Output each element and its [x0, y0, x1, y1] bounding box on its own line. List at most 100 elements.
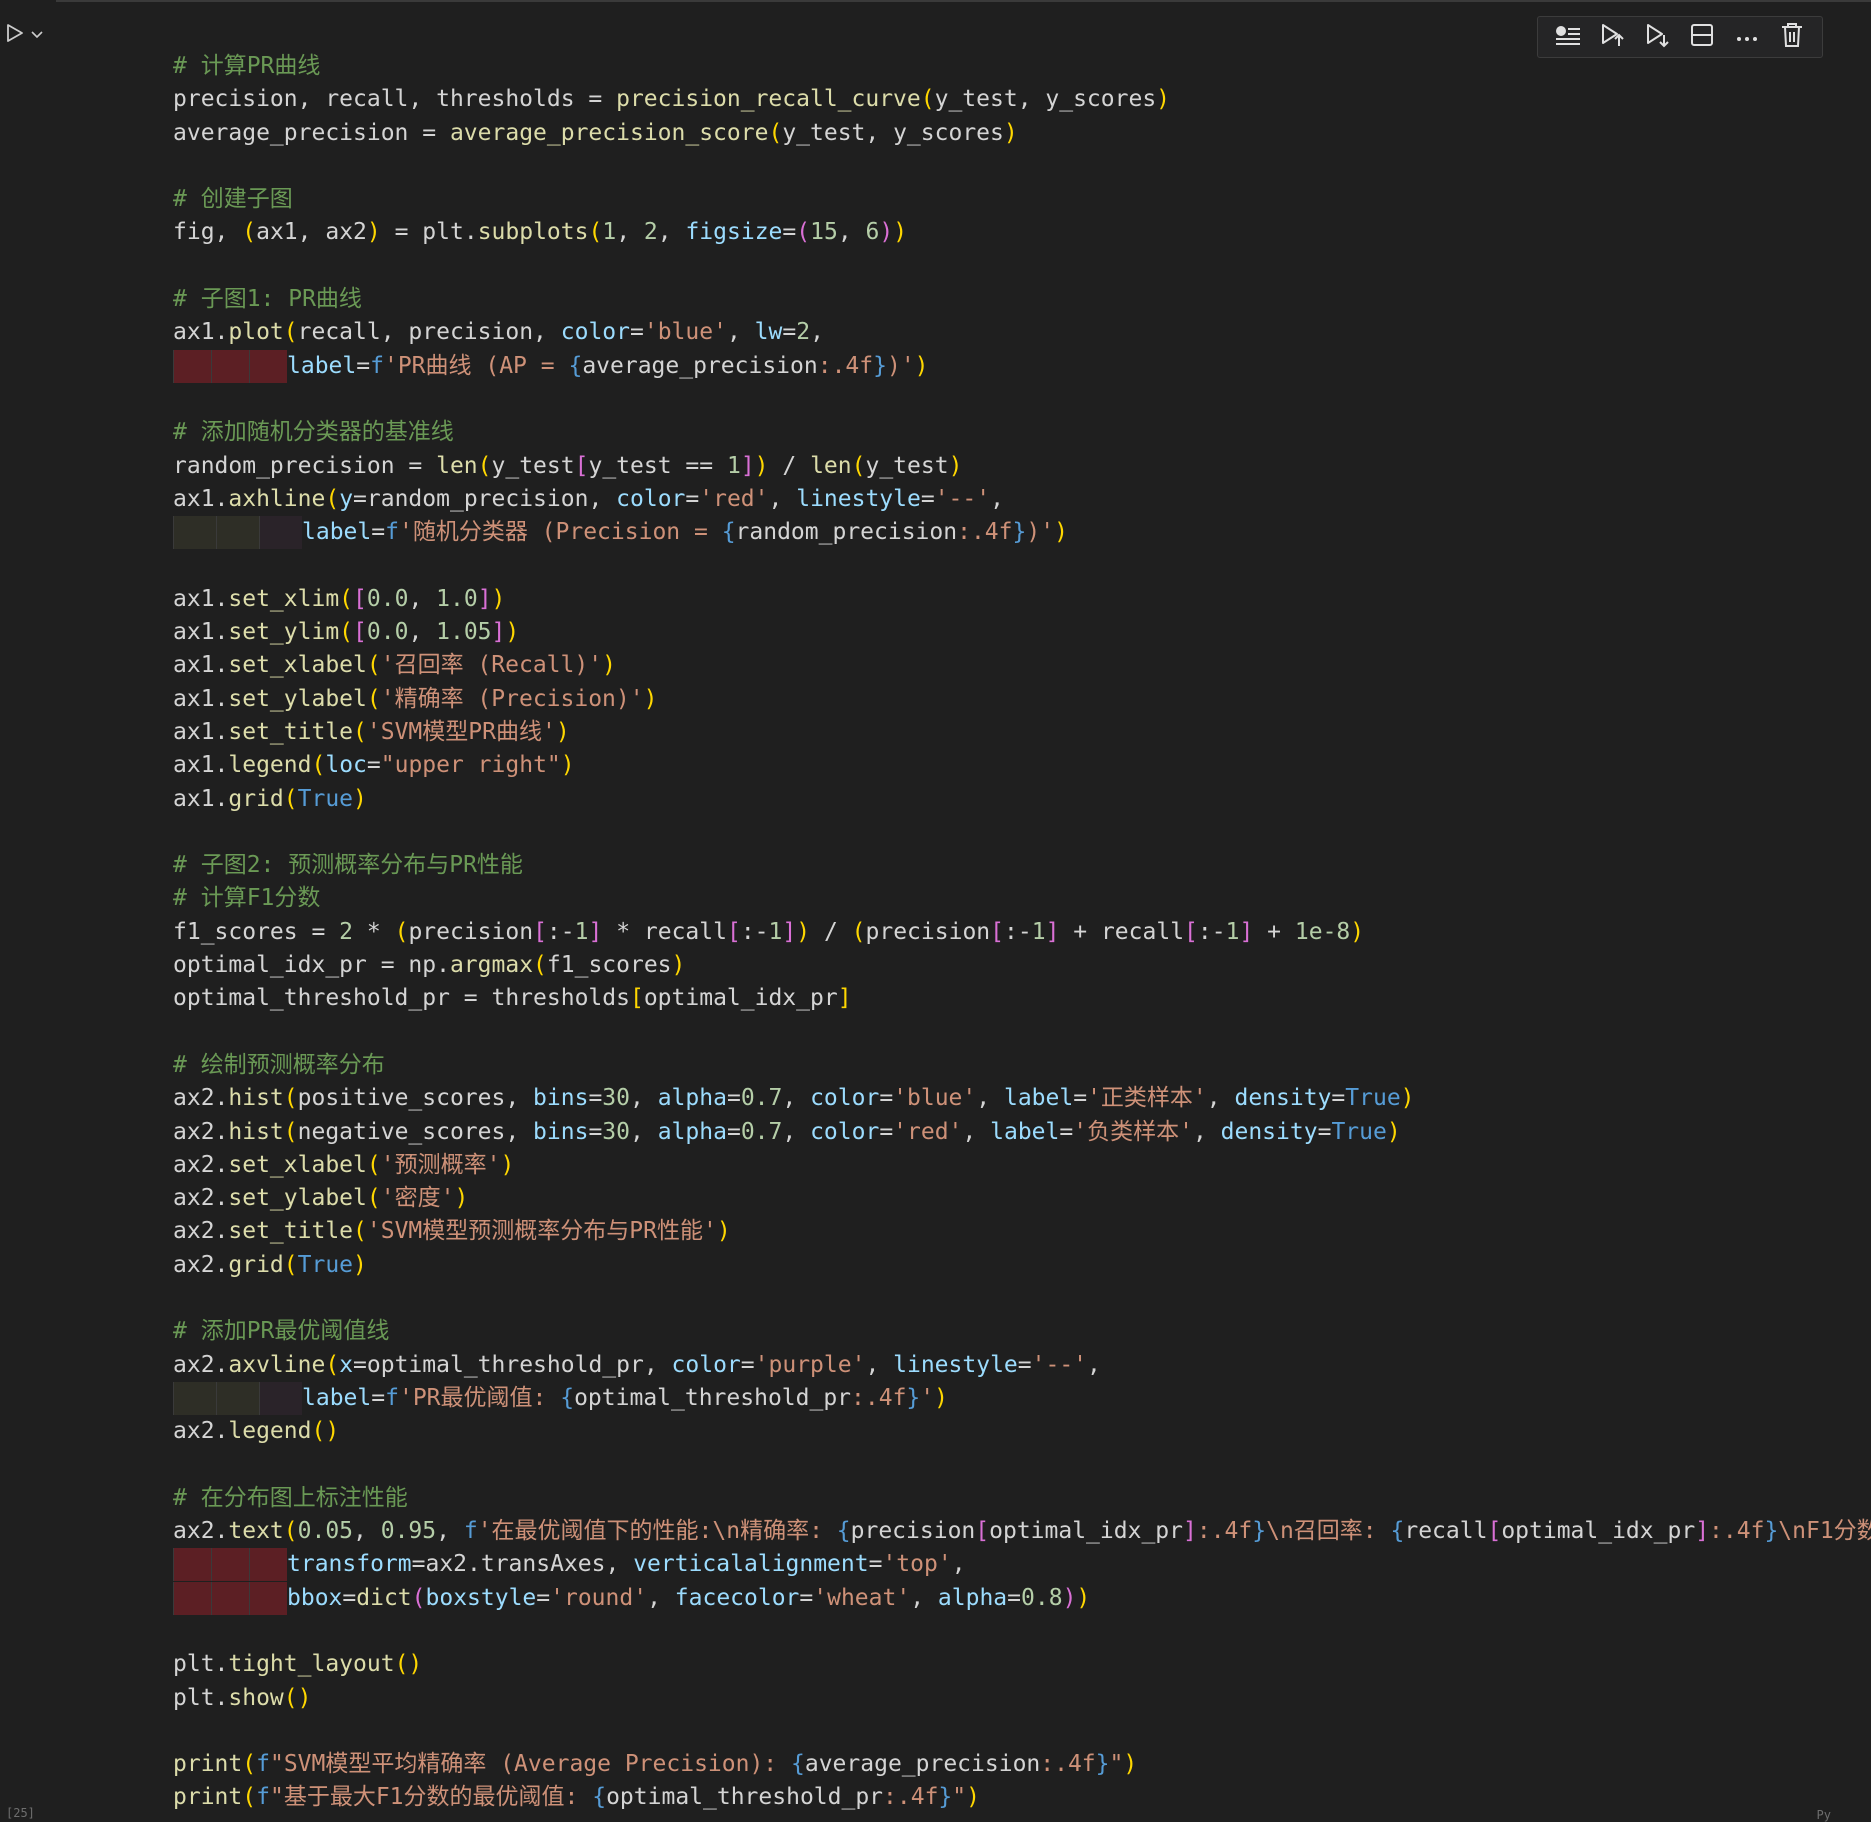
delete-cell-icon [1781, 22, 1803, 52]
code-line[interactable]: # 计算PR曲线 [173, 50, 1871, 83]
code-line[interactable] [173, 1016, 1871, 1049]
code-line[interactable]: ax1.set_ylim([0.0, 1.05]) [173, 616, 1871, 649]
code-line[interactable] [173, 1448, 1871, 1481]
code-token: { [568, 352, 583, 379]
code-line[interactable]: print(f"SVM模型平均精确率 (Average Precision): … [173, 1748, 1871, 1781]
language-indicator[interactable]: Py [1817, 1808, 1831, 1822]
code-token: set_ylabel [228, 685, 367, 712]
code-token: "基于最大F1分数的最优阈值: [269, 1784, 593, 1811]
run-by-line-button[interactable] [1551, 20, 1585, 54]
code-line[interactable]: plt.show() [173, 1682, 1871, 1715]
code-line[interactable]: ax1.set_xlim([0.0, 1.0]) [173, 583, 1871, 616]
code-line[interactable]: # 添加随机分类器的基准线 [173, 416, 1871, 449]
code-token: 'wheat' [813, 1584, 911, 1611]
code-line[interactable]: ax1.set_title('SVM模型PR曲线') [173, 716, 1871, 749]
code-line[interactable]: label=f'PR最优阈值: {optimal_threshold_pr:.4… [173, 1381, 1871, 1415]
code-token: ( [311, 1418, 326, 1445]
more-actions-button[interactable] [1730, 20, 1764, 54]
code-token: [ [353, 585, 367, 612]
code-line[interactable]: # 绘制预测概率分布 [173, 1049, 1871, 1082]
code-token: legend [228, 1418, 312, 1445]
code-line[interactable]: average_precision = average_precision_sc… [173, 117, 1871, 150]
code-token: bins [533, 1118, 589, 1145]
code-line[interactable]: # 添加PR最优阈值线 [173, 1315, 1871, 1348]
code-token: linestyle [796, 485, 921, 512]
code-line[interactable]: ax2.hist(negative_scores, bins=30, alpha… [173, 1116, 1871, 1149]
code-line[interactable]: ax2.grid(True) [173, 1249, 1871, 1282]
code-line[interactable]: plt.tight_layout() [173, 1648, 1871, 1681]
code-line[interactable]: ax1.set_ylabel('精确率 (Precision)') [173, 683, 1871, 716]
code-line[interactable]: ax2.axvline(x=optimal_threshold_pr, colo… [173, 1349, 1871, 1382]
code-line[interactable]: optimal_idx_pr = np.argmax(f1_scores) [173, 949, 1871, 982]
code-token: set_ylabel [228, 1185, 367, 1212]
code-line[interactable] [173, 816, 1871, 849]
code-line[interactable]: optimal_threshold_pr = thresholds[optima… [173, 982, 1871, 1015]
code-token: ax2. [173, 1518, 229, 1545]
code-token: " [1109, 1751, 1124, 1778]
play-icon[interactable] [4, 22, 26, 48]
code-line[interactable] [173, 150, 1871, 183]
code-token: average_precision [582, 352, 818, 379]
code-token: '--' [934, 485, 991, 512]
code-line[interactable]: # 在分布图上标注性能 [173, 1482, 1871, 1515]
code-line[interactable]: ax2.set_xlabel('预测概率') [173, 1149, 1871, 1182]
code-line[interactable]: ax1.legend(loc="upper right") [173, 749, 1871, 782]
code-line[interactable]: ax1.plot(recall, precision, color='blue'… [173, 316, 1871, 349]
code-line[interactable]: transform=ax2.transAxes, verticalalignme… [173, 1548, 1871, 1582]
cell-gutter: [25] [0, 0, 57, 1820]
code-line[interactable]: ax2.set_ylabel('密度') [173, 1182, 1871, 1215]
code-line[interactable]: bbox=dict(boxstyle='round', facecolor='w… [173, 1581, 1871, 1615]
code-line[interactable] [173, 250, 1871, 283]
code-line[interactable]: ax2.hist(positive_scores, bins=30, alpha… [173, 1082, 1871, 1115]
code-token: ( [366, 652, 381, 679]
code-line[interactable]: ax2.text(0.05, 0.95, f'在最优阈值下的性能:\n精确率: … [173, 1515, 1871, 1548]
code-token: plot [228, 319, 284, 346]
chevron-down-icon[interactable] [30, 26, 44, 45]
code-line[interactable]: # 创建子图 [173, 183, 1871, 216]
code-line[interactable]: print(f"基于最大F1分数的最优阈值: {optimal_threshol… [173, 1781, 1871, 1814]
code-line[interactable] [173, 1715, 1871, 1748]
code-line[interactable] [173, 1282, 1871, 1315]
code-line[interactable]: # 计算F1分数 [173, 882, 1871, 915]
code-token: ) [366, 219, 381, 246]
code-token: color [671, 1351, 741, 1378]
code-line[interactable]: fig, (ax1, ax2) = plt.subplots(1, 2, fig… [173, 216, 1871, 249]
code-line[interactable]: ax1.grid(True) [173, 783, 1871, 816]
code-line[interactable] [173, 383, 1871, 416]
code-token: f [463, 1518, 478, 1545]
split-cell-button[interactable] [1685, 20, 1719, 54]
code-token: color [810, 1085, 880, 1112]
code-token: :- [1004, 918, 1032, 945]
code-line[interactable]: ax1.set_xlabel('召回率 (Recall)') [173, 649, 1871, 682]
run-cell-area[interactable] [4, 22, 44, 48]
code-line[interactable]: # 子图1: PR曲线 [173, 283, 1871, 316]
code-token: ax1. [173, 619, 229, 646]
code-token: ( [339, 619, 354, 646]
code-token: ) [893, 219, 908, 246]
code-editor[interactable]: # 计算PR曲线 precision, recall, thresholds = … [173, 50, 1871, 1815]
code-line[interactable]: # 子图2: 预测概率分布与PR性能 [173, 849, 1871, 882]
code-line[interactable]: ax1.axhline(y=random_precision, color='r… [173, 483, 1871, 516]
code-line[interactable]: label=f'随机分类器 (Precision = {random_preci… [173, 516, 1871, 550]
code-token: ( [283, 1085, 298, 1112]
code-token: # 计算F1分数 [173, 885, 321, 912]
execute-below-button[interactable] [1641, 20, 1675, 54]
code-token: True [297, 1251, 354, 1278]
code-token: ) [408, 1651, 423, 1678]
delete-cell-button[interactable] [1775, 20, 1809, 54]
code-token: set_xlim [228, 585, 340, 612]
code-cell[interactable]: # 计算PR曲线 precision, recall, thresholds = … [56, 0, 1871, 1822]
code-line[interactable] [173, 1615, 1871, 1648]
code-token: 0.0 [366, 585, 409, 612]
code-line[interactable] [173, 549, 1871, 582]
code-token: ) [966, 1784, 980, 1811]
code-line[interactable]: ax2.set_title('SVM模型预测概率分布与PR性能') [173, 1215, 1871, 1248]
code-token: = [740, 1351, 755, 1378]
code-line[interactable]: ax2.legend() [173, 1415, 1871, 1448]
execute-above-button[interactable] [1596, 20, 1630, 54]
code-line[interactable]: precision, recall, thresholds = precisio… [173, 83, 1871, 116]
code-line[interactable]: f1_scores = 2 * (precision[:-1] * recall… [173, 916, 1871, 949]
code-line[interactable]: label=f'PR曲线 (AP = {average_precision:.4… [173, 349, 1871, 383]
code-token: ( [311, 752, 326, 779]
code-line[interactable]: random_precision = len(y_test[y_test == … [173, 450, 1871, 483]
